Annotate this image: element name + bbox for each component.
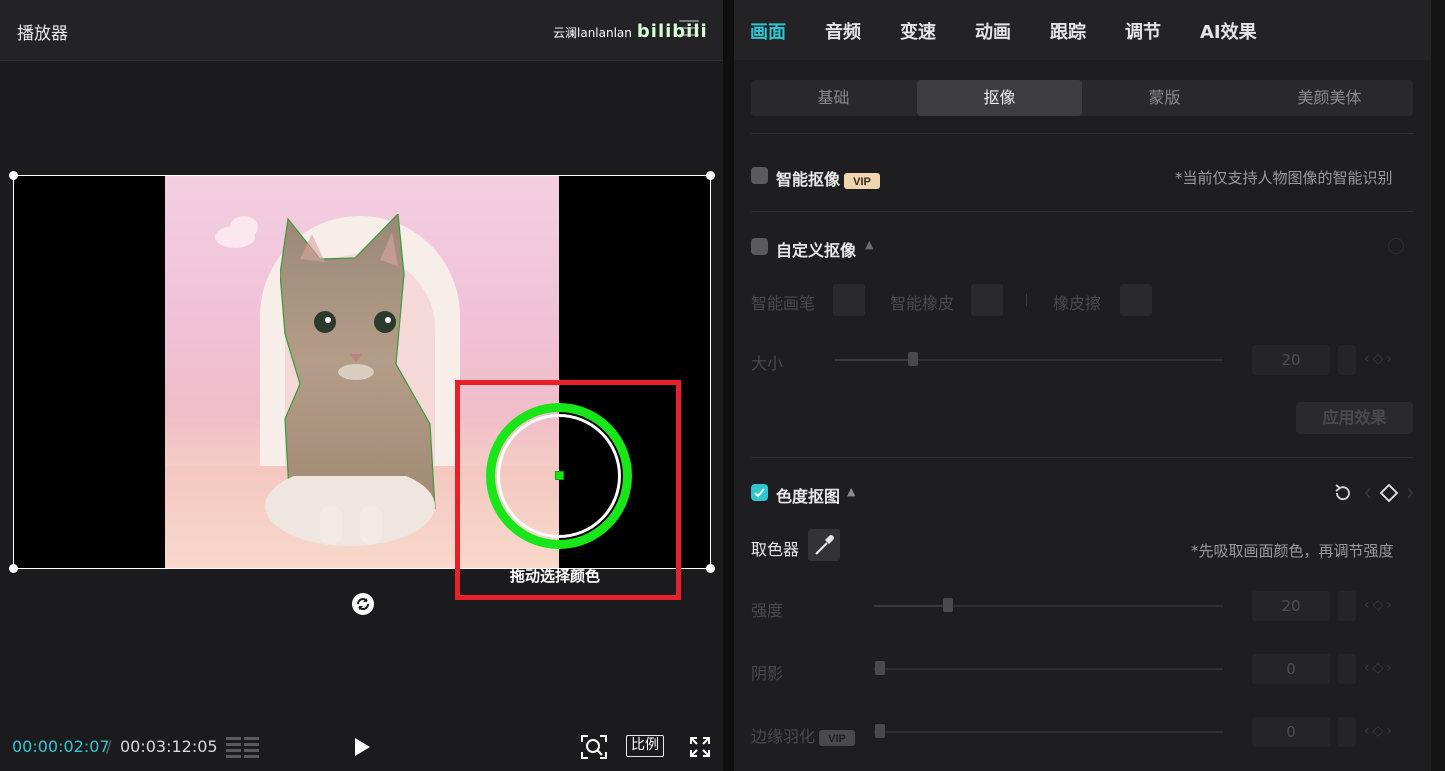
color-picker-label: 取色器 [751, 540, 800, 559]
eyedropper-button[interactable] [808, 529, 840, 561]
rotate-icon[interactable] [351, 592, 375, 616]
reset-icon[interactable] [1388, 238, 1404, 254]
feather-stepper[interactable] [1338, 717, 1356, 747]
player-title: 播放器 [17, 24, 68, 44]
keyframe-nav-icon[interactable]: ‹◇› [1364, 660, 1395, 676]
fullscreen-icon[interactable] [689, 736, 711, 758]
subtab-mask[interactable]: 蒙版 [1082, 80, 1247, 116]
player-panel: 播放器 云澜lanlanlan bilibili 拖动选择颜色 00:00:02… [0, 0, 723, 771]
eraser-label: 橡皮擦 [1053, 294, 1102, 313]
tab-tracking[interactable]: 跟踪 [1050, 18, 1086, 44]
apply-effect-button[interactable]: 应用效果 [1296, 402, 1413, 434]
feather-input[interactable]: 0 [1252, 717, 1330, 747]
resize-handle[interactable] [9, 171, 18, 180]
divider [751, 133, 1413, 134]
divider [751, 457, 1413, 458]
subtab-cutout[interactable]: 抠像 [917, 80, 1082, 116]
size-slider-thumb[interactable] [908, 352, 918, 366]
zoom-fit-icon[interactable] [580, 734, 608, 760]
shadow-slider-thumb[interactable] [875, 661, 885, 675]
smart-brush-icon[interactable] [833, 284, 865, 316]
custom-cutout-label: 自定义抠像 [776, 241, 857, 260]
smart-cutout-label: 智能抠像 VIP [776, 166, 881, 190]
strength-slider-thumb[interactable] [943, 598, 953, 612]
watermark: 云澜lanlanlan bilibili [553, 21, 708, 42]
inspector-panel: 画面 音频 变速 动画 跟踪 调节 AI效果 基础 抠像 蒙版 美颜美体 智能抠… [734, 0, 1431, 771]
current-time: 00:00:02:07 [12, 737, 110, 756]
chroma-key-checkbox[interactable] [751, 484, 768, 501]
cat-subject [280, 214, 436, 509]
divider [1026, 294, 1027, 306]
smart-brush-label: 智能画笔 [751, 294, 816, 313]
tab-picture[interactable]: 画面 [750, 18, 786, 44]
color-picker-crosshair[interactable] [555, 471, 564, 480]
size-stepper[interactable] [1338, 345, 1356, 375]
size-slider-fill [835, 359, 913, 361]
bilibili-logo: bilibili [636, 21, 708, 42]
watermark-text: 云澜lanlanlan [553, 26, 632, 40]
smart-eraser-icon[interactable] [971, 284, 1003, 316]
size-input[interactable]: 20 [1252, 345, 1330, 375]
collapse-icon[interactable]: ▲ [865, 238, 873, 251]
tab-animation[interactable]: 动画 [975, 18, 1011, 44]
feather-slider-track[interactable] [874, 731, 1223, 733]
resize-handle[interactable] [706, 171, 715, 180]
smart-eraser-label: 智能橡皮 [890, 294, 955, 313]
collapse-icon[interactable]: ▲ [847, 485, 855, 498]
shadow-label: 阴影 [751, 664, 784, 683]
check-icon [754, 488, 765, 498]
reset-icon[interactable] [1332, 482, 1354, 504]
play-button[interactable] [352, 736, 372, 758]
list-view-icon[interactable] [226, 736, 260, 758]
subtab-basic[interactable]: 基础 [751, 80, 916, 116]
picker-hint-label: 拖动选择颜色 [510, 567, 601, 585]
svg-text:VIP: VIP [828, 733, 846, 745]
shadow-slider-track[interactable] [874, 668, 1223, 670]
subtabs: 基础 抠像 蒙版 美颜美体 [751, 80, 1413, 116]
shadow-stepper[interactable] [1338, 654, 1356, 684]
total-time: 00:03:12:05 [120, 737, 218, 756]
strength-label: 强度 [751, 601, 784, 620]
tab-ai-effects[interactable]: AI效果 [1200, 18, 1257, 44]
cloud-shape [230, 216, 258, 238]
smart-cutout-checkbox[interactable] [751, 167, 768, 184]
custom-cutout-checkbox[interactable] [751, 238, 768, 255]
subtab-beauty[interactable]: 美颜美体 [1247, 80, 1412, 116]
shadow-input[interactable]: 0 [1252, 654, 1330, 684]
svg-text:VIP: VIP [853, 176, 871, 188]
strength-slider-fill [874, 605, 944, 607]
tab-speed[interactable]: 变速 [900, 18, 936, 44]
keyframe-icon[interactable] [1364, 483, 1414, 503]
picker-note: *先吸取画面颜色，再调节强度 [1191, 542, 1394, 560]
chroma-key-label: 色度抠图 [776, 487, 841, 506]
resize-handle[interactable] [9, 564, 18, 573]
eraser-icon[interactable] [1120, 284, 1152, 316]
panel-edge [1431, 0, 1445, 771]
time-separator: / [106, 737, 112, 756]
cat-body-shape [265, 476, 435, 546]
tab-audio[interactable]: 音频 [825, 18, 861, 44]
feather-slider-thumb[interactable] [875, 724, 885, 738]
divider [751, 211, 1413, 212]
vip-badge-icon: VIP [844, 172, 881, 189]
inspector-tabs: 画面 音频 变速 动画 跟踪 调节 AI效果 [734, 0, 1431, 60]
resize-handle[interactable] [706, 564, 715, 573]
size-label: 大小 [751, 354, 784, 373]
keyframe-nav-icon[interactable]: ‹◇› [1364, 351, 1395, 367]
aspect-ratio-button[interactable]: 比例 [626, 735, 664, 757]
keyframe-nav-icon[interactable]: ‹◇› [1364, 597, 1395, 613]
smart-cutout-note: *当前仅支持人物图像的智能识别 [1175, 169, 1393, 187]
strength-stepper[interactable] [1338, 591, 1356, 621]
vip-badge-icon: VIP [819, 729, 856, 746]
eyedropper-icon [815, 535, 834, 555]
keyframe-nav-icon[interactable]: ‹◇› [1364, 723, 1395, 739]
tab-adjust[interactable]: 调节 [1125, 18, 1161, 44]
edge-feather-label: 边缘羽化 VIP [751, 723, 856, 747]
strength-input[interactable]: 20 [1252, 591, 1330, 621]
